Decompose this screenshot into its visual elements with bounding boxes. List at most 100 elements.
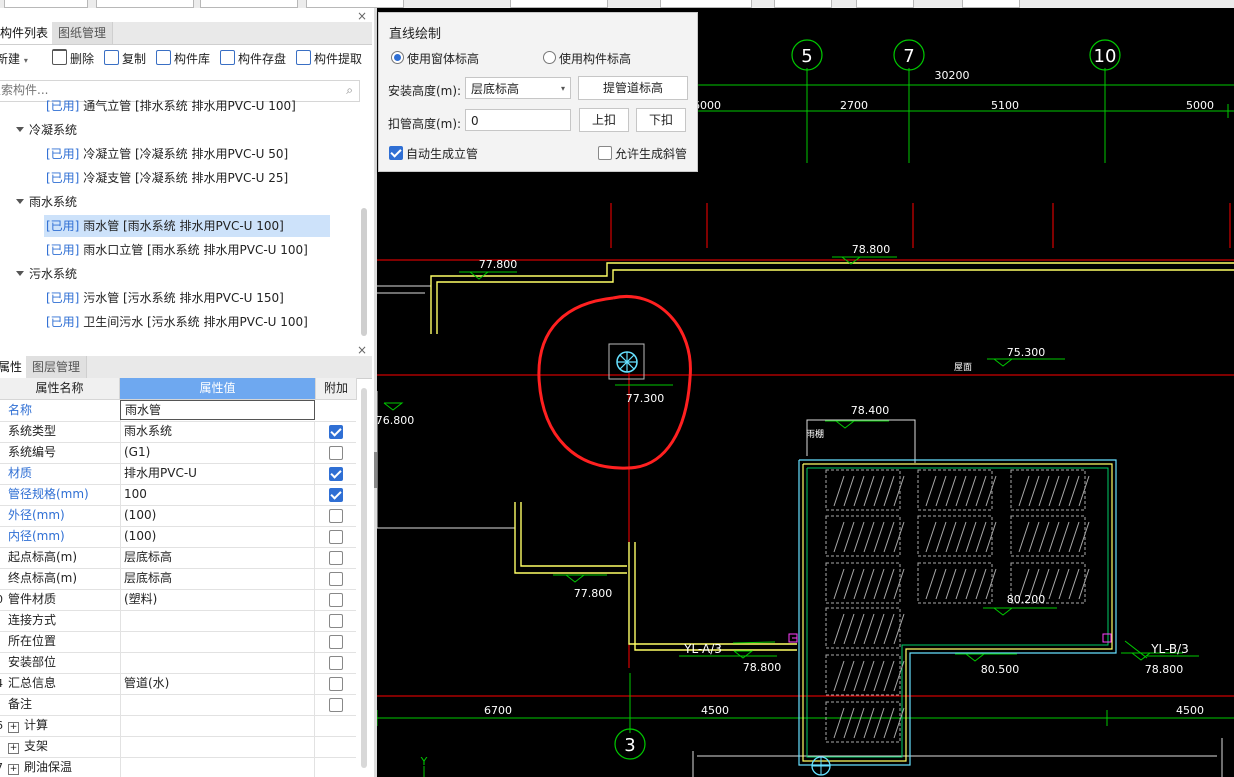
property-row[interactable]: 外径(mm) (100) <box>0 505 356 527</box>
tree-group-condensate[interactable]: 冷凝系统 <box>16 119 77 141</box>
tree-item-rain-outlet-riser[interactable]: [已用] 雨水口立管 [雨水系统 排水用PVC-U 100] <box>46 239 308 261</box>
property-row[interactable]: 备注 <box>0 694 356 716</box>
extra-checkbox[interactable] <box>329 614 343 628</box>
property-value[interactable]: 雨水系统 <box>120 421 315 442</box>
extra-checkbox[interactable] <box>329 467 343 481</box>
extra-checkbox[interactable] <box>329 635 343 649</box>
property-row[interactable]: 安装部位 <box>0 652 356 674</box>
ribbon-field-7[interactable] <box>774 0 832 8</box>
property-scrollbar[interactable] <box>361 388 367 768</box>
tree-scrollbar[interactable] <box>361 208 367 336</box>
property-value[interactable]: (100) <box>120 526 315 547</box>
extra-checkbox[interactable] <box>329 551 343 565</box>
radio-component-elevation[interactable] <box>543 51 556 64</box>
radio-window-elevation-label[interactable]: 使用窗体标高 <box>407 50 479 67</box>
expand-icon[interactable]: + <box>8 743 19 754</box>
tree-item-condensate-riser[interactable]: [已用] 冷凝立管 [冷凝系统 排水用PVC-U 50] <box>46 143 288 165</box>
tab-layer-management[interactable]: 图层管理 <box>26 356 88 378</box>
property-value[interactable]: (G1) <box>120 442 315 463</box>
extra-checkbox[interactable] <box>329 509 343 523</box>
auto-riser-label[interactable]: 自动生成立管 <box>406 145 478 162</box>
close-icon[interactable]: × <box>356 344 368 356</box>
extra-checkbox[interactable] <box>329 698 343 712</box>
extra-checkbox[interactable] <box>329 572 343 586</box>
deduct-up-button[interactable]: 上扣 <box>579 108 629 132</box>
extra-checkbox[interactable] <box>329 425 343 439</box>
extra-checkbox[interactable] <box>329 488 343 502</box>
allow-slope-checkbox[interactable] <box>598 146 612 160</box>
ribbon-field-2[interactable] <box>96 0 194 8</box>
tree-item-sewage-pipe[interactable]: [已用] 污水管 [污水系统 排水用PVC-U 150] <box>46 287 284 309</box>
tab-drawing-management[interactable]: 图纸管理 <box>52 22 114 44</box>
copy-button[interactable]: 复制 <box>104 48 146 70</box>
ribbon-field-5[interactable] <box>510 0 608 8</box>
property-row[interactable]: 系统类型 雨水系统 <box>0 421 356 443</box>
tree-group-rainwater[interactable]: 雨水系统 <box>16 191 77 213</box>
property-value[interactable]: 排水用PVC-U <box>120 463 315 484</box>
tree-item-toilet-sewage[interactable]: [已用] 卫生间污水 [污水系统 排水用PVC-U 100] <box>46 311 308 333</box>
property-row[interactable]: 内径(mm) (100) <box>0 526 356 548</box>
extra-checkbox[interactable] <box>329 593 343 607</box>
tree-item-rainwater-pipe[interactable]: [已用] 雨水管 [雨水系统 排水用PVC-U 100] <box>44 215 330 237</box>
property-value[interactable] <box>120 610 315 631</box>
tree-item-vent-riser[interactable]: [已用] 通气立管 [排水系统 排水用PVC-U 100] <box>46 96 296 117</box>
radio-component-elevation-label[interactable]: 使用构件标高 <box>559 50 631 67</box>
tab-component-list[interactable]: 构件列表 <box>0 22 56 44</box>
property-value[interactable]: 100 <box>120 484 315 505</box>
ribbon-field-9[interactable] <box>962 0 1020 8</box>
property-value[interactable] <box>120 631 315 652</box>
extra-checkbox[interactable] <box>329 446 343 460</box>
caret-down-icon[interactable] <box>16 127 24 132</box>
deduct-height-input[interactable]: 0 <box>465 109 571 131</box>
property-row[interactable]: + 支架 <box>0 736 356 758</box>
close-icon[interactable]: × <box>356 10 368 22</box>
expand-icon[interactable]: + <box>8 764 19 775</box>
auto-riser-checkbox[interactable] <box>389 146 403 160</box>
property-row[interactable]: 起点标高(m) 层底标高 <box>0 547 356 569</box>
tree-item-condensate-branch[interactable]: [已用] 冷凝支管 [冷凝系统 排水用PVC-U 25] <box>46 167 288 189</box>
tree-group-sewage[interactable]: 污水系统 <box>16 263 77 285</box>
ribbon-field-1[interactable] <box>4 0 88 8</box>
property-value[interactable]: 管道(水) <box>120 673 315 694</box>
ribbon-field-8[interactable] <box>856 0 914 8</box>
new-button[interactable]: 新建 ▾ <box>0 48 28 70</box>
extra-checkbox[interactable] <box>329 677 343 691</box>
property-row[interactable]: 系统编号 (G1) <box>0 442 356 464</box>
library-button[interactable]: 构件库 <box>156 48 210 70</box>
radio-window-elevation[interactable] <box>391 51 404 64</box>
ribbon-field-4[interactable] <box>306 0 404 8</box>
property-value[interactable] <box>120 652 315 673</box>
property-row[interactable]: 0 管件材质 (塑料) <box>0 589 356 611</box>
extra-checkbox[interactable] <box>329 656 343 670</box>
extra-checkbox[interactable] <box>329 530 343 544</box>
property-row[interactable]: 名称 雨水管 <box>0 400 356 422</box>
caret-down-icon[interactable] <box>16 199 24 204</box>
property-value[interactable]: 雨水管 <box>120 400 315 420</box>
caret-down-icon[interactable] <box>16 271 24 276</box>
property-row[interactable]: 连接方式 <box>0 610 356 632</box>
tab-properties[interactable]: 属性 <box>0 356 30 378</box>
property-row[interactable]: 材质 排水用PVC-U <box>0 463 356 485</box>
deduct-down-button[interactable]: 下扣 <box>636 108 686 132</box>
install-height-select[interactable]: 层底标高 ▾ <box>465 77 571 99</box>
lift-pipe-elevation-button[interactable]: 提管道标高 <box>578 76 688 100</box>
property-value[interactable]: (100) <box>120 505 315 526</box>
property-row[interactable]: 终点标高(m) 层底标高 <box>0 568 356 590</box>
property-row[interactable]: 4 汇总信息 管道(水) <box>0 673 356 695</box>
property-value[interactable] <box>120 694 315 715</box>
property-value[interactable] <box>120 757 315 777</box>
delete-button[interactable]: 删除 <box>52 48 94 70</box>
allow-slope-label[interactable]: 允许生成斜管 <box>615 145 687 162</box>
ribbon-field-3[interactable] <box>200 0 298 8</box>
ribbon-field-6[interactable] <box>660 0 752 8</box>
save-component-button[interactable]: 构件存盘 <box>220 48 286 70</box>
property-value[interactable]: 层底标高 <box>120 568 315 589</box>
property-row[interactable]: 所在位置 <box>0 631 356 653</box>
property-row[interactable]: 6 + 计算 <box>0 715 356 737</box>
property-value[interactable]: 层底标高 <box>120 547 315 568</box>
property-value[interactable] <box>120 736 315 757</box>
property-row[interactable]: 7 + 刷油保温 <box>0 757 356 777</box>
property-row[interactable]: 管径规格(mm) 100 <box>0 484 356 506</box>
expand-icon[interactable]: + <box>8 722 19 733</box>
property-value[interactable] <box>120 715 315 736</box>
